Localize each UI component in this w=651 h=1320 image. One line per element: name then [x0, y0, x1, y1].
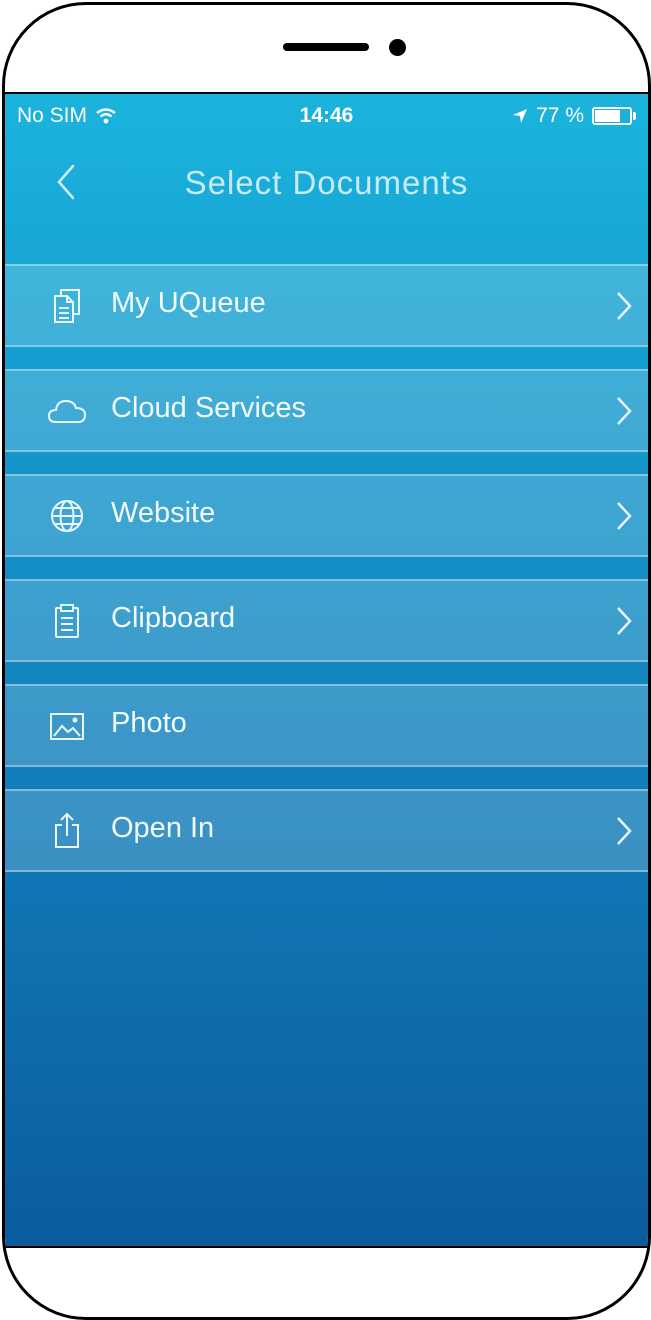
- globe-icon: [51, 500, 83, 532]
- clipboard-icon: [55, 604, 79, 638]
- battery-tip: [633, 112, 636, 120]
- share-icon: [55, 812, 79, 848]
- menu-item-label: Cloud Services: [111, 392, 307, 424]
- menu-item-label: Photo: [111, 707, 187, 739]
- menu-item-label: My UQueue: [111, 287, 266, 319]
- status-right: 77 %: [512, 104, 636, 128]
- menu-item-label: Open In: [111, 812, 215, 844]
- menu-item-open-in[interactable]: Open In: [5, 789, 648, 872]
- speaker-grille: [283, 43, 369, 51]
- front-camera: [389, 39, 406, 56]
- chevron-right-icon: [617, 397, 632, 425]
- photo-icon: [50, 713, 84, 740]
- menu-item-label: Website: [111, 497, 216, 529]
- menu-item-my-uqueue[interactable]: My UQueue: [5, 264, 648, 347]
- page-title: Select Documents: [184, 164, 469, 201]
- documents-icon: [54, 289, 80, 323]
- menu-item-website[interactable]: Website: [5, 474, 648, 557]
- menu-item-photo[interactable]: Photo: [5, 684, 648, 767]
- chevron-right-icon: [617, 817, 632, 845]
- status-bar: No SIM 14:46 77 %: [5, 94, 648, 136]
- document-source-list: My UQueue Cloud Services Website Clipboa…: [5, 264, 648, 894]
- battery-icon: [592, 107, 632, 125]
- menu-item-cloud-services[interactable]: Cloud Services: [5, 369, 648, 452]
- location-arrow-icon: [513, 109, 528, 123]
- phone-frame: No SIM 14:46 77 % Select Documents My UQ…: [2, 2, 651, 1320]
- chevron-right-icon: [617, 292, 632, 320]
- chevron-right-icon: [617, 607, 632, 635]
- cloud-icon: [47, 399, 87, 423]
- menu-item-label: Clipboard: [111, 602, 236, 634]
- battery-level: [595, 110, 620, 122]
- screen: No SIM 14:46 77 % Select Documents My UQ…: [5, 92, 648, 1248]
- menu-item-clipboard[interactable]: Clipboard: [5, 579, 648, 662]
- battery-percent: 77 %: [536, 104, 584, 127]
- nav-bar: Select Documents: [5, 150, 648, 214]
- chevron-right-icon: [617, 502, 632, 530]
